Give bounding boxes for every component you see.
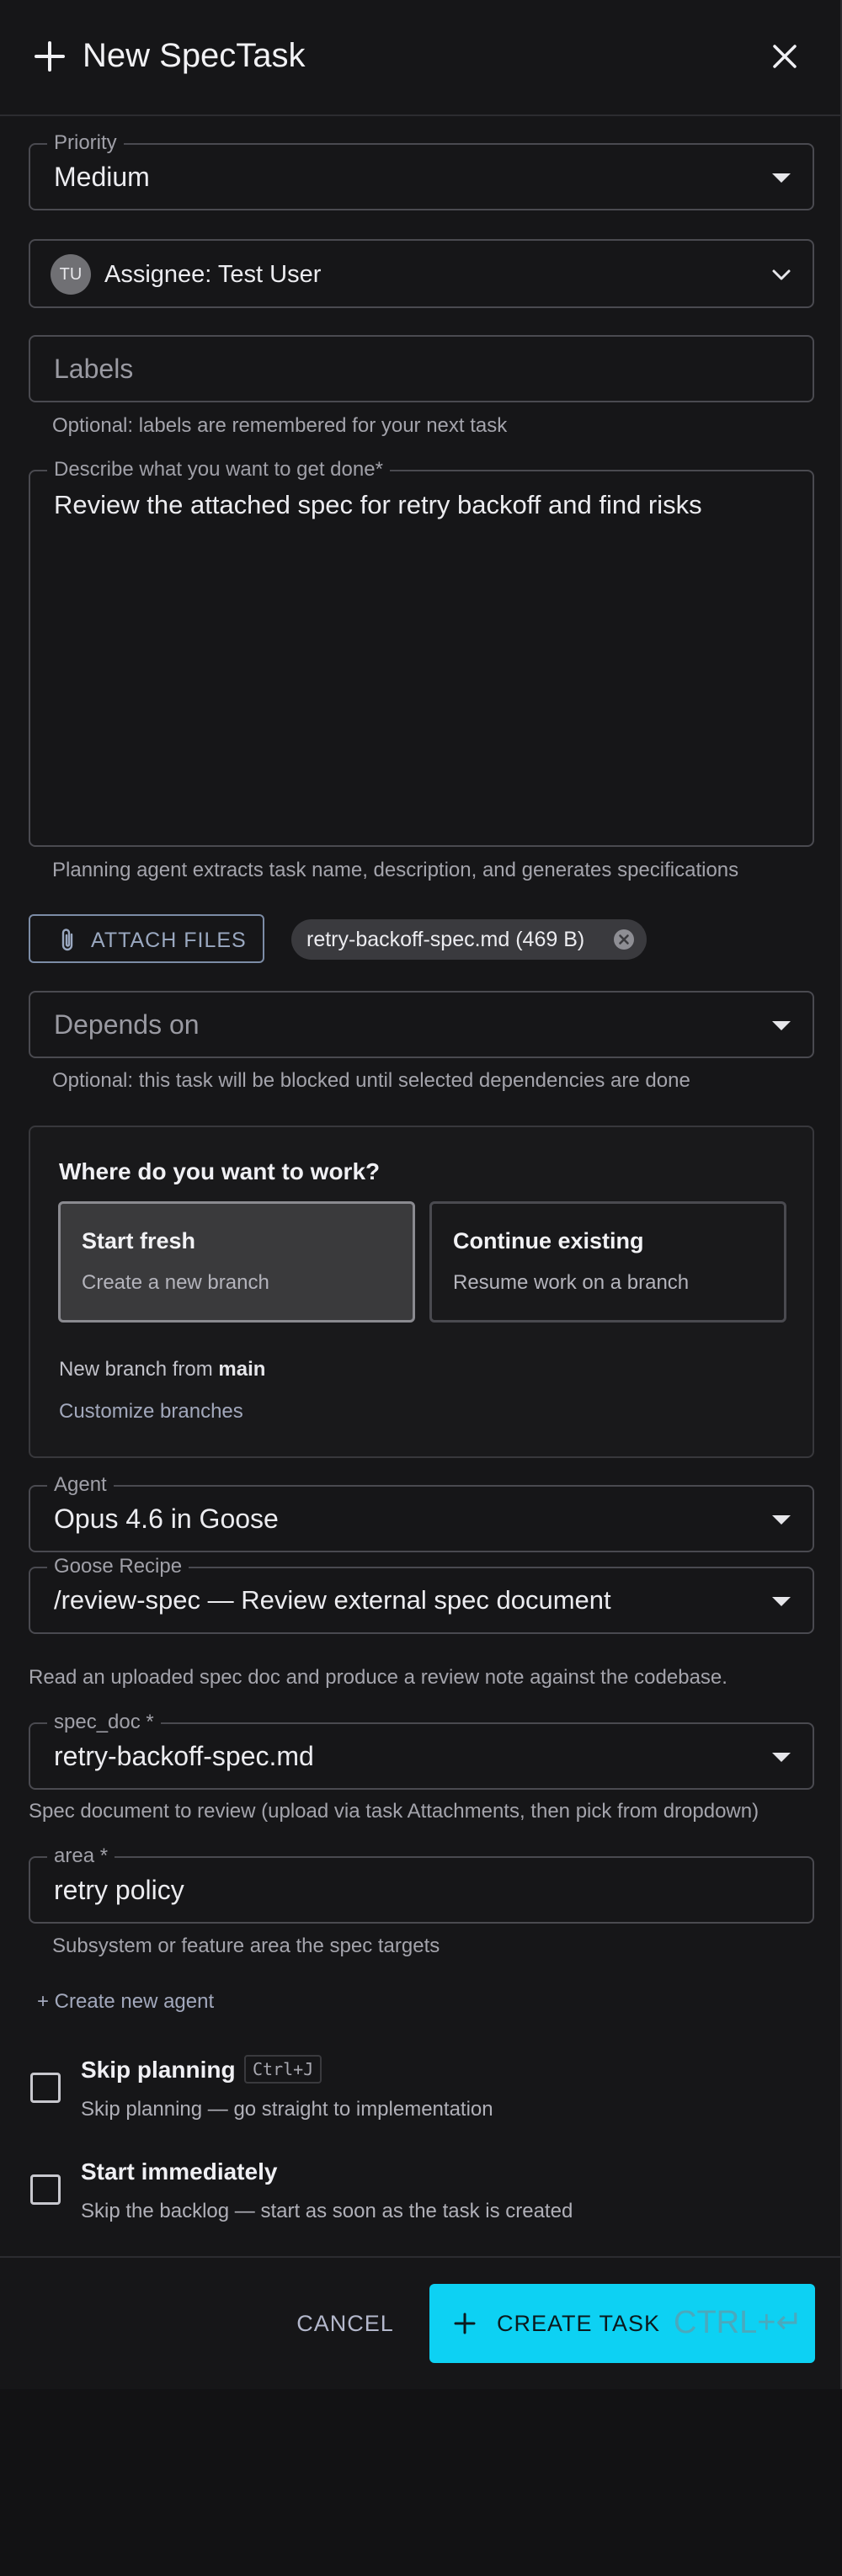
start-fresh-option[interactable]: Start fresh Create a new branch [58,1201,415,1323]
dialog-title: New SpecTask [83,37,306,74]
chevron-down-icon [772,269,791,280]
start-immediately-subtitle: Skip the backlog — start as soon as the … [81,2200,573,2222]
agent-label: Agent [47,1472,114,1498]
branch-info: New branch from main [59,1358,266,1381]
depends-on-placeholder: Depends on [54,1009,200,1040]
area-helper-text: Subsystem or feature area the spec targe… [52,1935,440,1957]
remove-attachment-icon[interactable] [613,929,635,950]
labels-input[interactable]: Labels [29,335,814,402]
description-helper-text: Planning agent extracts task name, descr… [52,859,739,881]
attach-files-label: ATTACH FILES [91,929,247,952]
caret-down-icon [772,1753,791,1762]
area-label: area * [47,1843,115,1870]
footer-divider [0,2256,842,2258]
agent-select[interactable]: Agent Opus 4.6 in Goose [29,1472,814,1552]
priority-select[interactable]: Priority Medium [29,130,814,210]
workspace-section: Where do you want to work? Start fresh C… [29,1126,814,1458]
create-task-label: CREATE TASK [497,2311,661,2336]
labels-placeholder: Labels [54,354,134,384]
paperclip-icon [61,929,73,951]
start-immediately-title: Start immediately [81,2158,278,2185]
priority-value: Medium [54,162,150,192]
start-fresh-subtitle: Create a new branch [82,1271,269,1294]
area-input[interactable]: area * retry policy [29,1843,814,1924]
continue-existing-title: Continue existing [453,1228,644,1253]
labels-helper-text: Optional: labels are remembered for your… [52,414,508,437]
depends-on-select[interactable]: Depends on [29,991,814,1058]
recipe-description: Read an uploaded spec doc and produce a … [29,1666,727,1689]
avatar: TU [51,254,91,295]
plus-icon [35,41,65,72]
goose-recipe-select[interactable]: Goose Recipe /review-spec — Review exter… [29,1553,814,1634]
skip-planning-title: Skip planning [81,2057,236,2083]
agent-value: Opus 4.6 in Goose [54,1504,279,1534]
start-immediately-checkbox[interactable] [30,2174,61,2205]
customize-branches-link[interactable]: Customize branches [59,1398,243,1425]
skip-planning-shortcut: Ctrl+J [244,2055,322,2084]
create-task-shortcut: CTRL+↵ [674,2305,803,2340]
assignee-value: Assignee: Test User [104,261,322,288]
spec-doc-value: retry-backoff-spec.md [54,1741,314,1771]
caret-down-icon [772,1515,791,1525]
caret-down-icon [772,173,791,183]
spec-doc-select[interactable]: spec_doc * retry-backoff-spec.md [29,1709,814,1790]
attach-files-button[interactable]: ATTACH FILES [29,914,264,963]
priority-label: Priority [47,130,124,157]
skip-planning-checkbox[interactable] [30,2073,61,2103]
description-label: Describe what you want to get done* [47,456,390,483]
caret-down-icon [772,1021,791,1030]
description-textarea[interactable]: Describe what you want to get done* Revi… [29,456,814,847]
goose-recipe-value: /review-spec — Review external spec docu… [54,1585,611,1615]
cancel-button[interactable]: CANCEL [285,2302,406,2344]
spec-doc-helper-text: Spec document to review (upload via task… [29,1800,759,1823]
start-fresh-title: Start fresh [82,1228,196,1253]
assignee-select[interactable]: TU Assignee: Test User [29,239,814,308]
continue-existing-option[interactable]: Continue existing Resume work on a branc… [429,1201,786,1323]
area-value: retry policy [54,1875,184,1905]
attachment-chip: retry-backoff-spec.md (469 B) [291,919,647,960]
plus-icon [454,2313,476,2334]
goose-recipe-label: Goose Recipe [47,1553,189,1580]
continue-existing-subtitle: Resume work on a branch [453,1271,690,1294]
spec-doc-label: spec_doc * [47,1709,161,1736]
skip-planning-subtitle: Skip planning — go straight to implement… [81,2098,493,2121]
create-task-button[interactable]: CREATE TASK CTRL+↵ [429,2284,815,2363]
workspace-title: Where do you want to work? [59,1158,381,1184]
description-value: Review the attached spec for retry backo… [54,490,702,519]
caret-down-icon [772,1597,791,1606]
create-new-agent-link[interactable]: + Create new agent [37,1988,214,2015]
new-spectask-dialog: New SpecTask Priority Medium TU Assignee… [0,0,842,2389]
dialog-header: New SpecTask [0,0,842,116]
branch-name: main [218,1358,266,1381]
depends-on-helper-text: Optional: this task will be blocked unti… [52,1069,690,1092]
close-icon[interactable] [769,40,801,72]
attachment-file-label: retry-backoff-spec.md (469 B) [306,928,585,951]
